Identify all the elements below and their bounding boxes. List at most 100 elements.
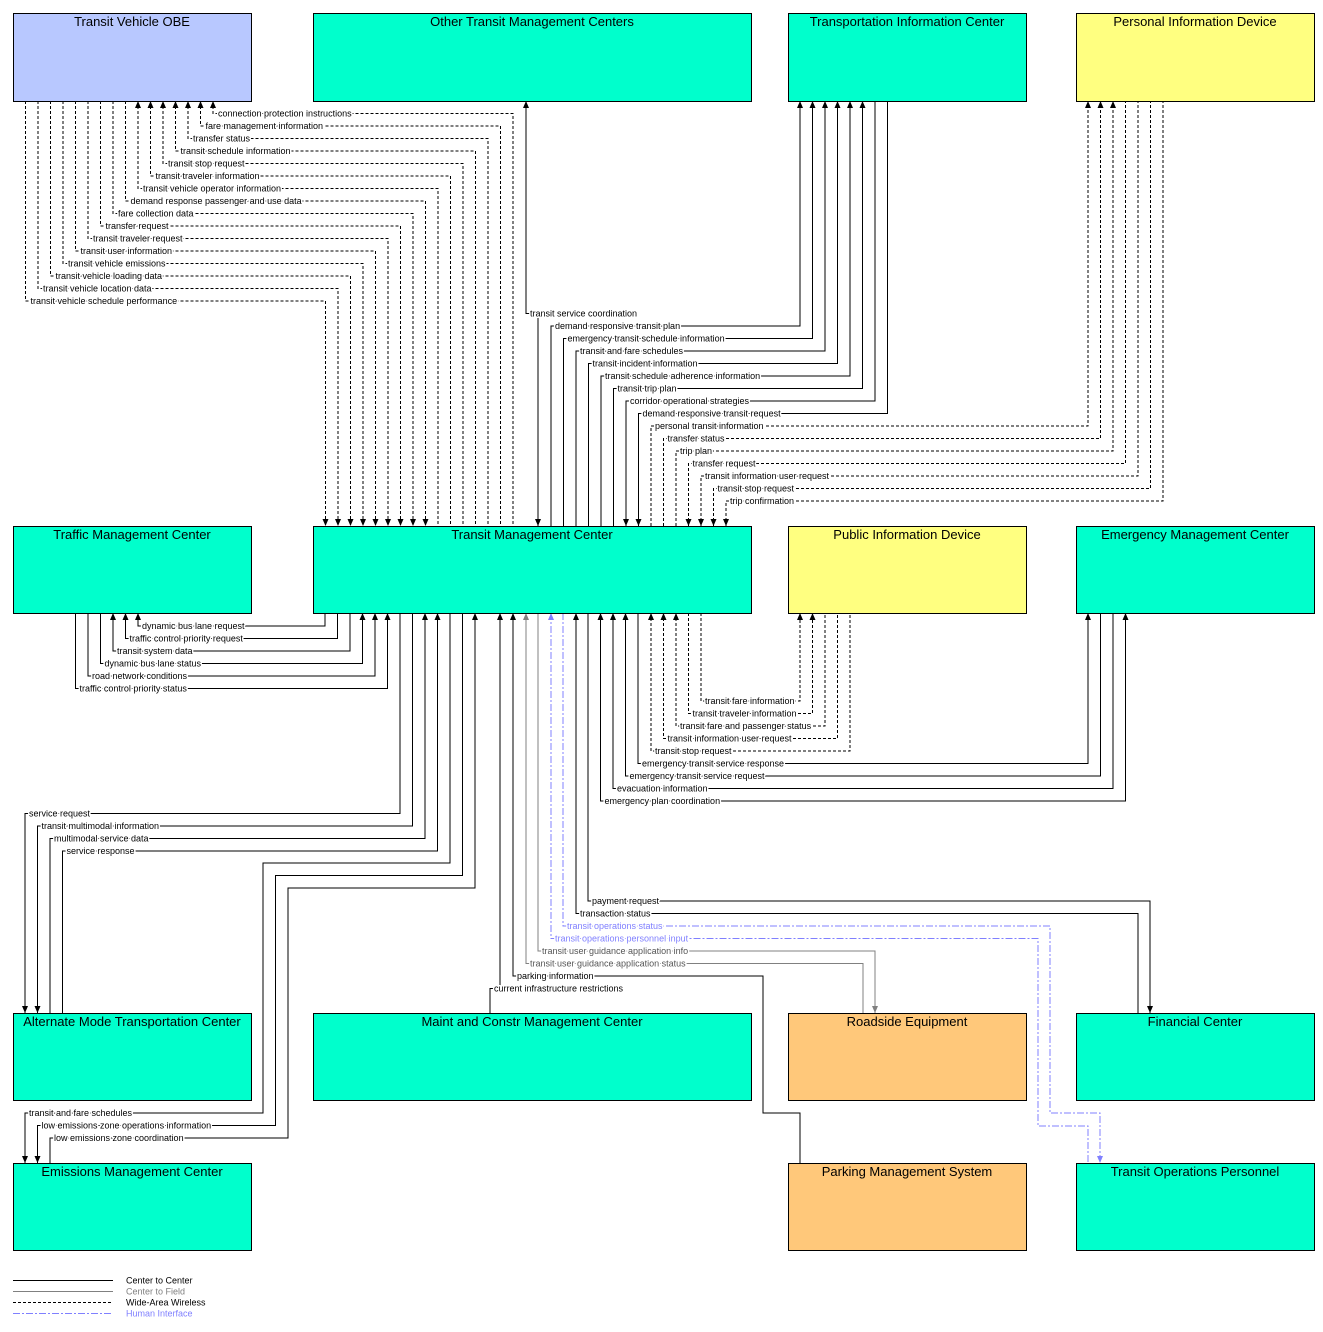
arrowhead-icon: [834, 101, 841, 108]
financial-center-box[interactable]: Financial Center: [1076, 1013, 1315, 1101]
flow-label: low emissions zone coordination: [54, 1133, 184, 1143]
arrowhead-icon: [160, 101, 166, 108]
arrowhead-icon: [710, 519, 717, 526]
flow-label: demand responsive transit plan: [555, 321, 680, 331]
flow-label: road network conditions: [92, 671, 188, 681]
flow-line: [489, 613, 501, 1013]
flow-label: transit operations personnel input: [555, 934, 689, 944]
flow-label: transit stop request: [655, 746, 732, 756]
parking-management-system-box[interactable]: Parking Management System: [788, 1163, 1027, 1251]
flow-label: low emissions zone operations informatio…: [42, 1121, 212, 1131]
box-title: Alternate Mode Transportation Center: [23, 1014, 241, 1029]
flow-label: emergency plan coordination: [605, 796, 721, 806]
flow-label: transit vehicle schedule performance: [31, 296, 178, 306]
arrowhead-icon: [372, 519, 379, 526]
transit-vehicle-obe-box[interactable]: Transit Vehicle OBE: [13, 13, 252, 102]
legend-label: Center to Center: [126, 1276, 193, 1286]
box-title: Emissions Management Center: [41, 1164, 223, 1179]
flow-label: transit fare and passenger status: [680, 721, 812, 731]
arrowhead-icon: [1122, 613, 1129, 620]
flow-dynamic-bus-lane-request[interactable]: dynamic bus lane request: [135, 613, 326, 633]
flow-transit-fare-information[interactable]: transit fare information: [700, 613, 803, 708]
maint-and-constr-management-center-box[interactable]: Maint and Constr Management Center: [313, 1013, 752, 1101]
arrowhead-icon: [360, 519, 366, 526]
roadside-equipment-box[interactable]: Roadside Equipment: [788, 1013, 1027, 1101]
box-title: Transit Vehicle OBE: [74, 14, 190, 29]
legend-item-human-interface: Human Interface: [13, 1309, 193, 1319]
flow-transit-stop-request[interactable]: transit stop request: [710, 101, 1151, 526]
arrowhead-icon: [1085, 101, 1091, 108]
arrowhead-icon: [797, 101, 803, 108]
box-title: Roadside Equipment: [847, 1014, 968, 1029]
flow-transit-service-coordination[interactable]: transit service coordination: [523, 101, 639, 526]
arrowhead-icon: [610, 613, 616, 620]
transportation-information-center-box[interactable]: Transportation Information Center: [788, 13, 1027, 102]
flows-layer: connection protection instructions fare m…: [22, 101, 1164, 1163]
flow-connection-protection-instructions[interactable]: connection protection instructions: [210, 101, 514, 526]
flow-transit-information-user-request[interactable]: transit information user request: [698, 101, 1139, 526]
flow-label: payment request: [592, 896, 660, 906]
box-title: Maint and Constr Management Center: [421, 1014, 643, 1029]
arrowhead-icon: [847, 101, 853, 108]
transit-operations-personnel-box[interactable]: Transit Operations Personnel: [1076, 1163, 1315, 1251]
arrowhead-icon: [1097, 101, 1104, 108]
flow-label: emergency transit service request: [630, 771, 766, 781]
arrowhead-icon: [809, 101, 816, 108]
flow-label: transit traveler information: [693, 709, 797, 719]
flow-label: transit service coordination: [530, 309, 637, 319]
personal-information-device-box[interactable]: Personal Information Device: [1076, 13, 1315, 102]
emissions-management-center-box[interactable]: Emissions Management Center: [13, 1163, 252, 1251]
flow-label: evacuation information: [617, 784, 708, 794]
flow-line: [713, 101, 1151, 526]
flow-label: demand response passenger and use data: [131, 196, 302, 206]
flow-transit-user-guidance-application-info[interactable]: transit user guidance application info: [537, 613, 878, 1013]
flow-label: corridor operational strategies: [630, 396, 750, 406]
flow-transfer-request[interactable]: transfer request: [100, 101, 404, 526]
arrowhead-icon: [34, 1156, 41, 1163]
box-title: Financial Center: [1148, 1014, 1243, 1029]
arrowhead-icon: [422, 519, 429, 526]
flow-line: [700, 101, 1139, 526]
legend-label: Center to Field: [126, 1287, 185, 1297]
other-transit-management-centers-box[interactable]: Other Transit Management Centers: [313, 13, 752, 102]
flow-label: transit stop request: [168, 159, 245, 169]
arrowhead-icon: [497, 613, 503, 620]
public-information-device-box[interactable]: Public Information Device: [788, 526, 1027, 614]
transit-management-center-box[interactable]: Transit Management Center: [313, 526, 752, 614]
arrowhead-icon: [723, 519, 729, 526]
flow-transfer-request[interactable]: transfer request: [685, 101, 1126, 526]
flow-transit-stop-request[interactable]: transit stop request: [160, 101, 464, 526]
flow-service-request[interactable]: service request: [22, 613, 401, 1013]
flow-label: transit traveler request: [93, 234, 183, 244]
flow-label: service response: [67, 846, 135, 856]
arrowhead-icon: [322, 519, 329, 526]
emergency-management-center-box[interactable]: Emergency Management Center: [1076, 526, 1315, 614]
flow-label: connection protection instructions: [218, 109, 352, 119]
arrowhead-icon: [859, 101, 866, 108]
arrowhead-icon: [135, 613, 141, 620]
arrowhead-icon: [573, 613, 579, 620]
arrowhead-icon: [809, 613, 816, 620]
flow-fare-collection-data[interactable]: fare collection data: [112, 101, 416, 526]
arrowhead-icon: [685, 519, 692, 526]
arrowhead-icon: [648, 613, 654, 620]
arrowhead-icon: [335, 519, 341, 526]
arrowhead-icon: [372, 613, 378, 620]
arrowhead-icon: [385, 519, 391, 526]
flow-line: [112, 101, 414, 526]
flow-trip-confirmation[interactable]: trip confirmation: [723, 101, 1164, 526]
arrowhead-icon: [822, 101, 828, 108]
arrowhead-icon: [122, 613, 129, 620]
flow-line: [100, 101, 401, 526]
flow-label: demand responsive transit request: [643, 409, 782, 419]
flow-label: transfer request: [106, 221, 170, 231]
alternate-mode-transportation-center-box[interactable]: Alternate Mode Transportation Center: [13, 1013, 252, 1101]
flow-label: transit and fare schedules: [580, 346, 684, 356]
flow-label: transit incident information: [593, 359, 698, 369]
traffic-management-center-box[interactable]: Traffic Management Center: [13, 526, 252, 614]
flow-label: transit and fare schedules: [29, 1108, 133, 1118]
arrowhead-icon: [34, 1006, 41, 1013]
legend-item-center-to-center: Center to Center: [13, 1276, 193, 1286]
arrowhead-icon: [635, 519, 642, 526]
flow-label: current infrastructure restrictions: [494, 984, 624, 994]
